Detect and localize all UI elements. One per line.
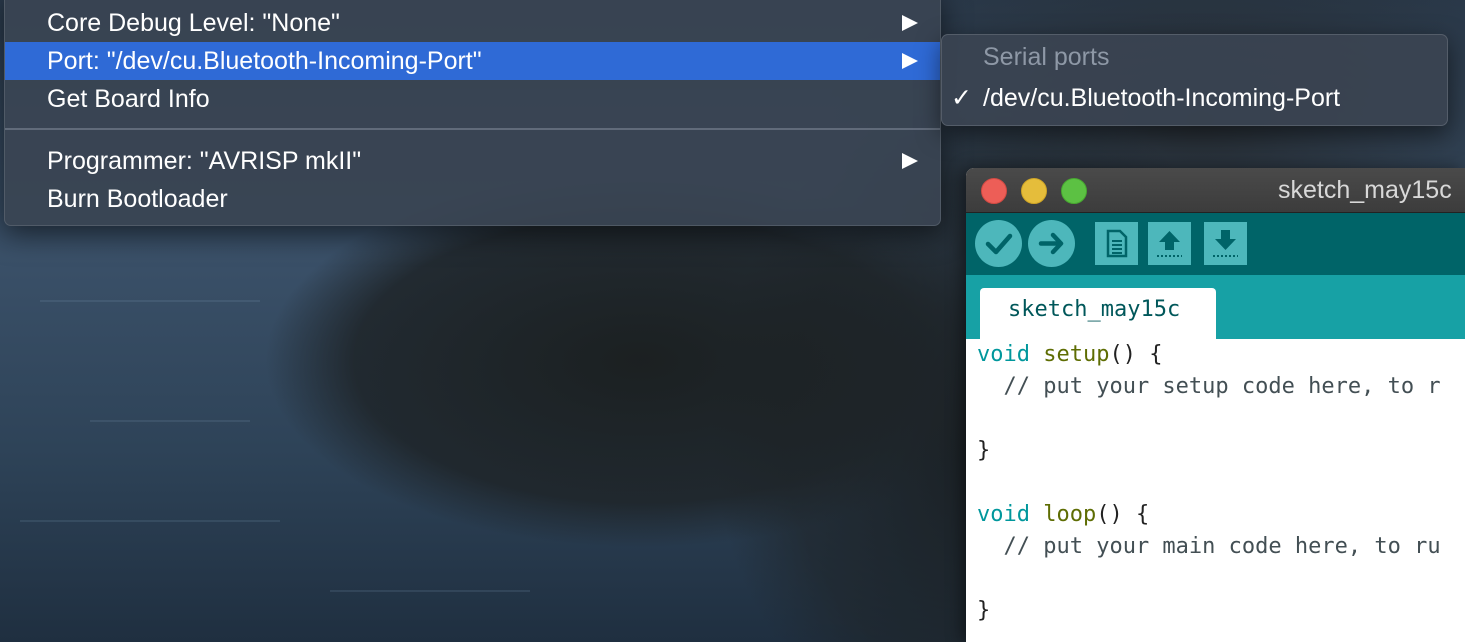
save-sketch-button[interactable] [1204,222,1247,265]
menu-item-programmer[interactable]: Programmer: "AVRISP mkII" [5,142,940,180]
code-text: () { [1096,502,1150,527]
submenu-arrow-icon [902,15,918,31]
upload-button[interactable] [1028,220,1075,267]
wallpaper-wave [90,420,250,422]
submenu-arrow-icon [902,153,918,169]
menu-item-core-debug-level[interactable]: Core Debug Level: "None" [5,4,940,42]
menu-item-label: Core Debug Level: "None" [47,9,340,37]
code-keyword: void [977,342,1030,367]
menu-item-label: Port: "/dev/cu.Bluetooth-Incoming-Port" [47,47,482,75]
code-line: } [977,438,991,463]
tab-label: sketch_may15c [1008,297,1181,322]
code-line: void loop() { [977,499,1149,531]
port-option-label: /dev/cu.Bluetooth-Incoming-Port [983,84,1341,112]
menu-item-label: Burn Bootloader [47,185,228,213]
window-titlebar[interactable]: sketch_may15c [966,168,1465,213]
wallpaper-wave [330,590,530,592]
submenu-section-header: Serial ports [983,43,1110,71]
submenu-arrow-icon [902,53,918,69]
menu-item-get-board-info[interactable]: Get Board Info [5,80,940,118]
open-sketch-button[interactable] [1148,222,1191,265]
code-line: void setup() { [977,339,1162,371]
window-title: sketch_may15c [1278,176,1452,204]
wallpaper-wave [40,300,260,302]
tab-sketch-may15c[interactable]: sketch_may15c [980,288,1216,339]
code-function: setup [1043,342,1110,367]
verify-button[interactable] [975,220,1022,267]
code-editor[interactable]: void setup() { // put your setup code he… [966,339,1465,642]
menu-item-label: Get Board Info [47,85,210,113]
menu-item-burn-bootloader[interactable]: Burn Bootloader [5,180,940,218]
code-keyword: void [977,502,1030,527]
arrow-down-icon [1213,230,1238,257]
code-comment: // put your setup code here, to r [977,374,1441,399]
code-line: } [977,598,991,623]
ide-toolbar [966,213,1465,275]
code-comment: // put your main code here, to ru [977,534,1441,559]
arrow-up-icon [1157,231,1182,257]
arrow-right-icon [1038,232,1064,255]
menu-item-port[interactable]: Port: "/dev/cu.Bluetooth-Incoming-Port" [5,42,940,80]
minimize-window-button[interactable] [1021,178,1047,204]
sketch-tabbar: sketch_may15c [966,275,1465,339]
tools-menu: Core Debug Level: "None" Port: "/dev/cu.… [4,0,941,226]
new-sketch-button[interactable] [1095,222,1138,265]
code-text: () { [1109,342,1163,367]
menu-item-label: Programmer: "AVRISP mkII" [47,147,362,175]
checkmark-icon: ✓ [951,84,972,112]
port-submenu: Serial ports ✓ /dev/cu.Bluetooth-Incomin… [941,34,1448,126]
arduino-ide-window: sketch_may15c sketch_may15c void setup()… [966,168,1465,642]
code-function: loop [1043,502,1097,527]
close-window-button[interactable] [981,178,1007,204]
wallpaper-wave [20,520,280,522]
document-icon [1106,229,1128,258]
menu-separator [5,128,940,130]
port-option[interactable]: ✓ /dev/cu.Bluetooth-Incoming-Port [942,79,1447,117]
check-icon [985,233,1013,255]
zoom-window-button[interactable] [1061,178,1087,204]
